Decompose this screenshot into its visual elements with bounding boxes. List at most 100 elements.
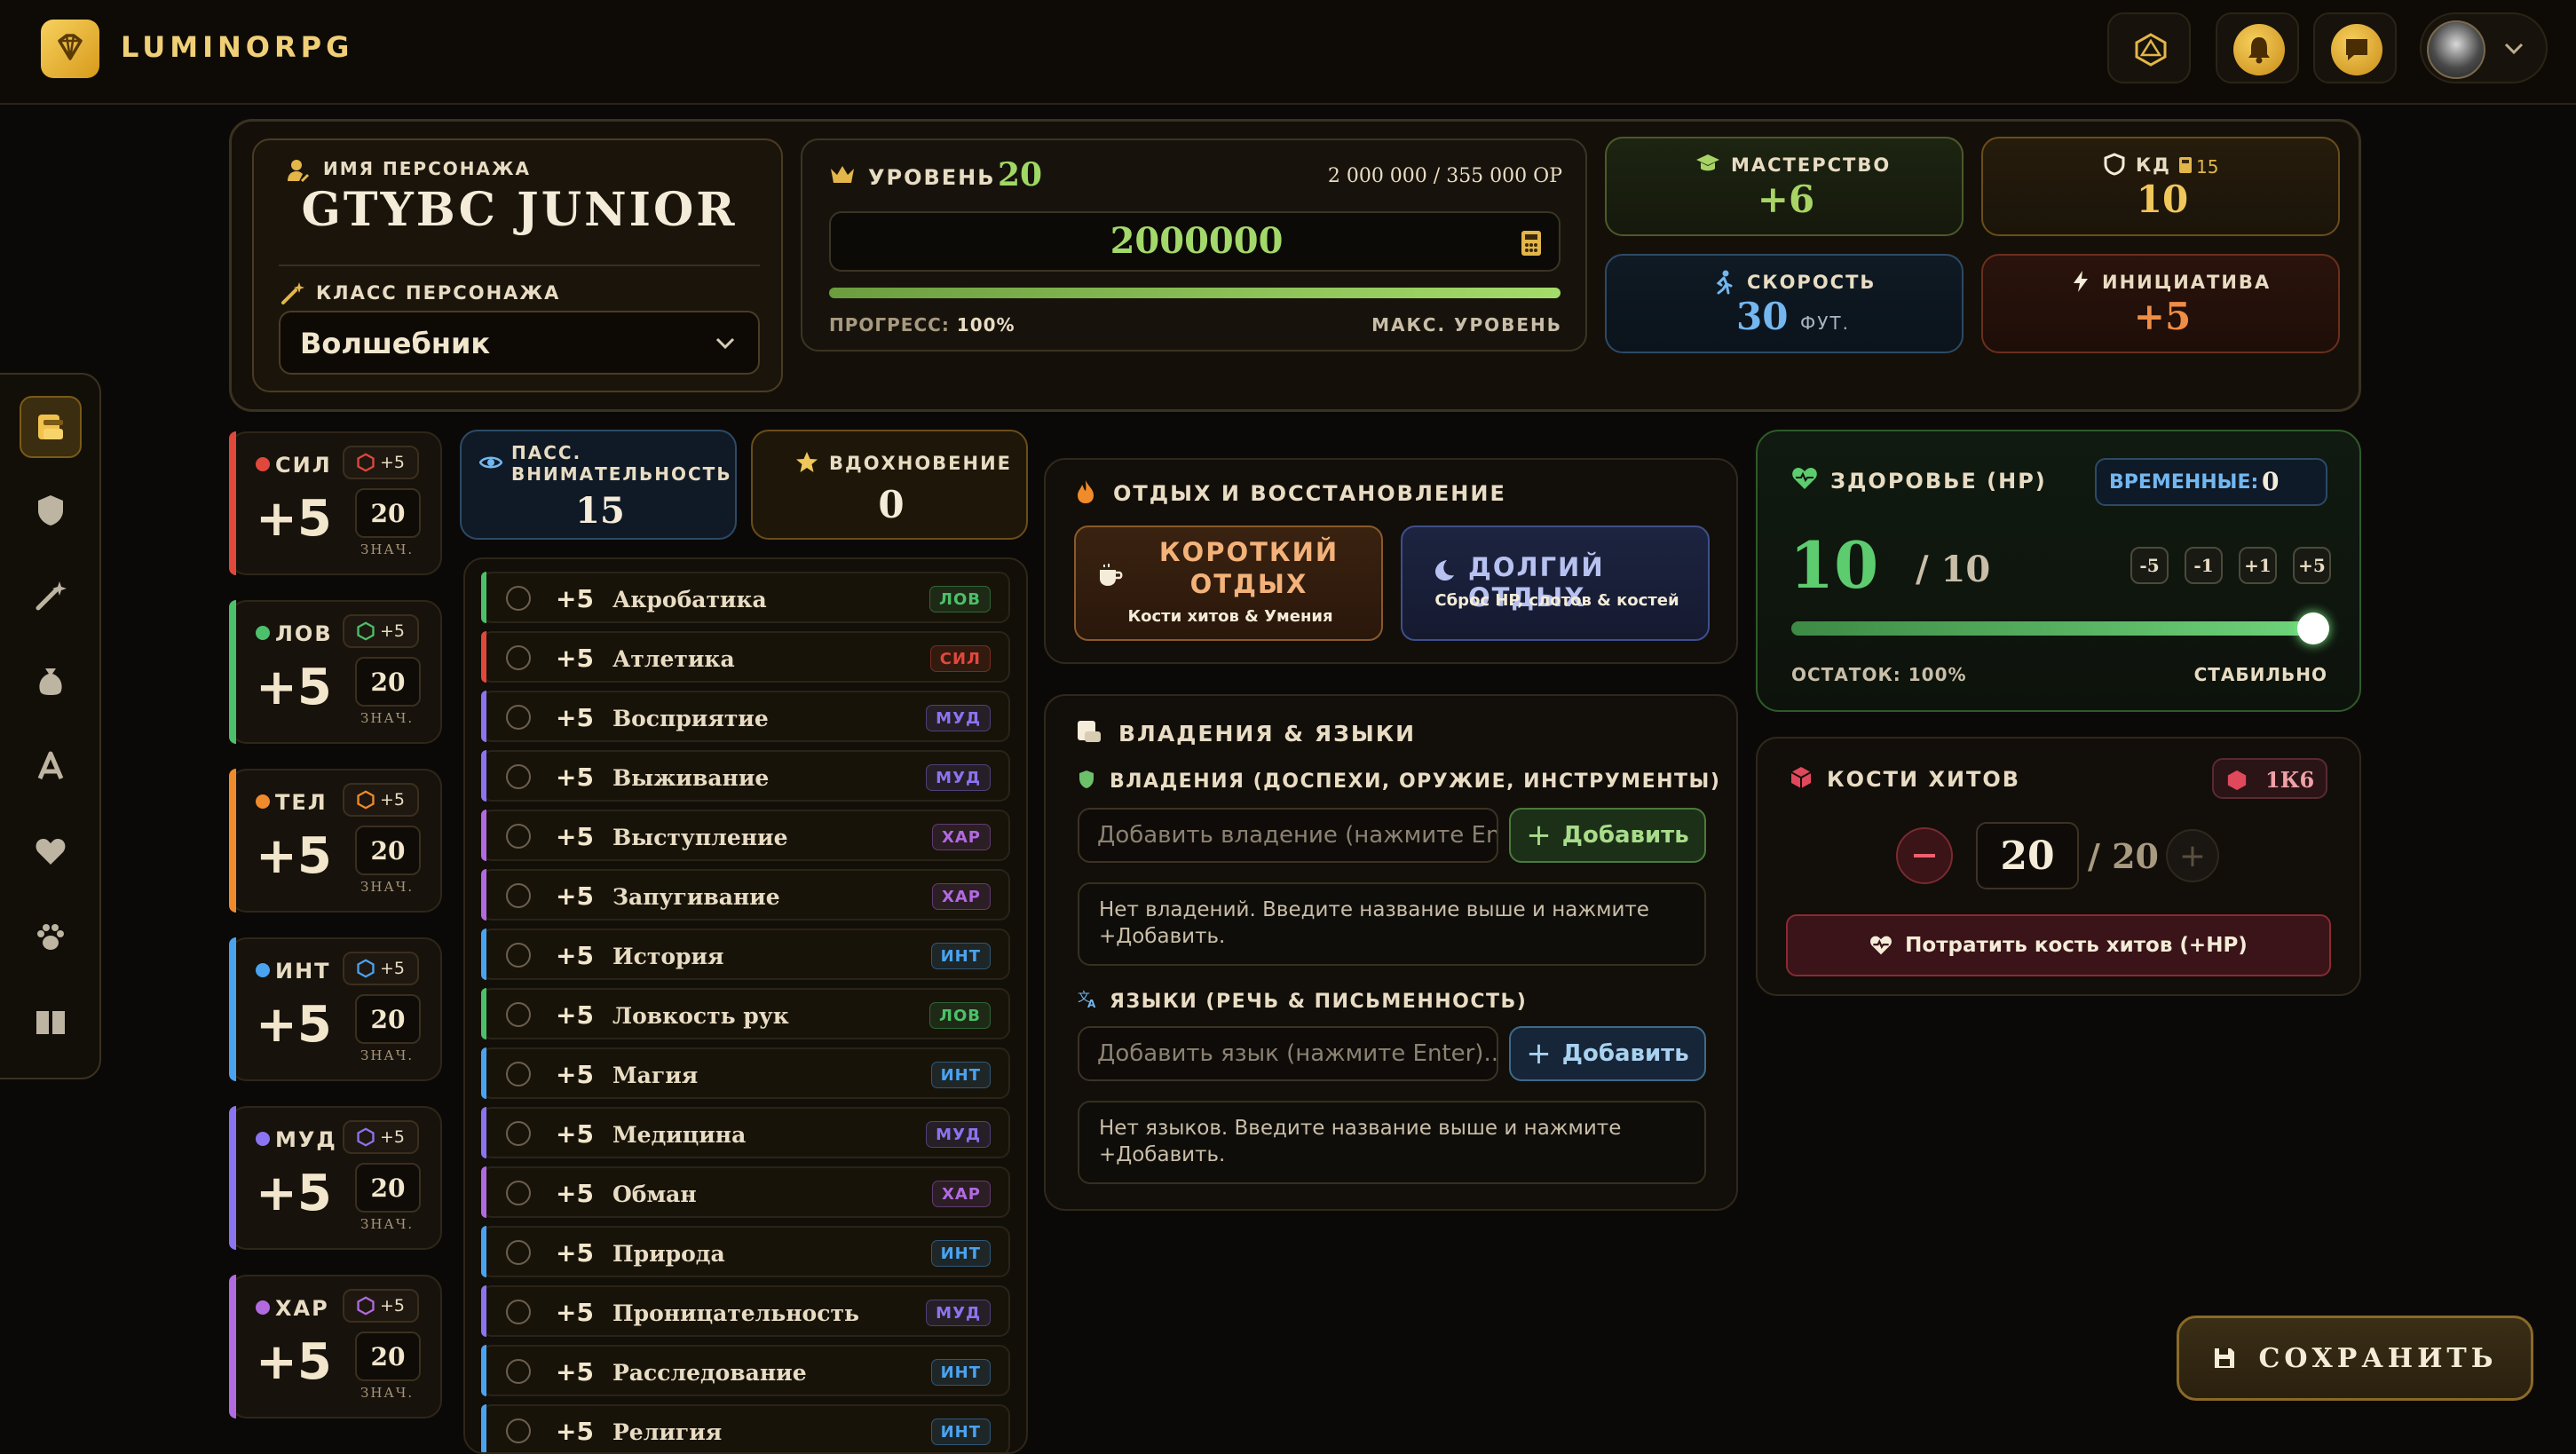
sidebar-item-sheet[interactable] bbox=[20, 396, 82, 458]
skill-row[interactable]: +5 Акробатика ЛОВ bbox=[481, 572, 1010, 623]
max-level-label: МАКС. УРОВЕНЬ bbox=[1371, 314, 1562, 336]
app-name[interactable]: LUMINORPG bbox=[121, 30, 353, 64]
skill-proficiency-toggle[interactable] bbox=[506, 1121, 531, 1146]
temp-hp-field[interactable]: ВРЕМЕННЫЕ: 0 bbox=[2095, 458, 2327, 506]
skill-row[interactable]: +5 История ИНТ bbox=[481, 929, 1010, 980]
xp-input[interactable]: 2000000 bbox=[829, 211, 1561, 272]
sidebar-item-spells[interactable] bbox=[20, 565, 82, 627]
chevron-down-icon[interactable] bbox=[2503, 41, 2525, 57]
skill-row[interactable]: +5 Восприятие МУД bbox=[481, 691, 1010, 742]
calculator-icon[interactable] bbox=[1520, 229, 1543, 257]
skill-value: +5 bbox=[556, 763, 594, 792]
ability-icon bbox=[256, 1132, 270, 1146]
skill-row[interactable]: +5 Религия ИНТ bbox=[481, 1404, 1010, 1452]
hp-slider-handle[interactable] bbox=[2297, 612, 2329, 644]
skill-color-bar bbox=[481, 810, 486, 861]
add-proficiency-button[interactable]: + Добавить bbox=[1509, 808, 1706, 863]
skill-row[interactable]: +5 Расследование ИНТ bbox=[481, 1345, 1010, 1396]
skill-proficiency-toggle[interactable] bbox=[506, 1062, 531, 1087]
skill-row[interactable]: +5 Природа ИНТ bbox=[481, 1226, 1010, 1277]
skill-row[interactable]: +5 Медицина МУД bbox=[481, 1107, 1010, 1158]
skill-value: +5 bbox=[556, 703, 594, 732]
ability-score-input[interactable]: 20 bbox=[355, 994, 421, 1044]
skill-row[interactable]: +5 Атлетика СИЛ bbox=[481, 631, 1010, 683]
sidebar-item-combat[interactable] bbox=[20, 479, 82, 541]
sidebar-item-inventory[interactable] bbox=[20, 650, 82, 712]
skill-row[interactable]: +5 Выживание МУД bbox=[481, 750, 1010, 802]
ability-score-input[interactable]: 20 bbox=[355, 1332, 421, 1381]
ability-score-input[interactable]: 20 bbox=[355, 488, 421, 538]
sidebar-item-features[interactable] bbox=[20, 735, 82, 797]
save-button[interactable]: СОХРАНИТЬ bbox=[2177, 1316, 2533, 1401]
book-icon bbox=[36, 1011, 65, 1034]
ability-score-input[interactable]: 20 bbox=[355, 1163, 421, 1213]
calculator-icon[interactable] bbox=[2178, 156, 2193, 174]
hit-dice-minus-button[interactable] bbox=[1896, 827, 1953, 884]
ability-color-bar bbox=[229, 600, 236, 744]
skill-row[interactable]: +5 Магия ИНТ bbox=[481, 1047, 1010, 1099]
skill-row[interactable]: +5 Выступление ХАР bbox=[481, 810, 1010, 861]
hp-adjust-button[interactable]: +5 bbox=[2293, 547, 2331, 584]
skill-proficiency-toggle[interactable] bbox=[506, 1418, 531, 1443]
hp-adjust-button[interactable]: -5 bbox=[2130, 547, 2169, 584]
ability-score-input[interactable]: 20 bbox=[355, 657, 421, 707]
saving-throw-badge[interactable]: +5 bbox=[343, 783, 419, 817]
saving-throw-badge[interactable]: +5 bbox=[343, 952, 419, 985]
avatar[interactable] bbox=[2427, 20, 2485, 79]
skill-proficiency-toggle[interactable] bbox=[506, 883, 531, 908]
ability-name: ИНТ bbox=[275, 959, 331, 984]
sidebar-item-companions[interactable] bbox=[20, 905, 82, 968]
heart-icon bbox=[36, 839, 66, 865]
level-value[interactable]: 20 bbox=[998, 156, 1042, 194]
skill-proficiency-toggle[interactable] bbox=[506, 1240, 531, 1265]
hp-current[interactable]: 10 bbox=[1790, 527, 1878, 603]
skill-proficiency-toggle[interactable] bbox=[506, 764, 531, 789]
add-proficiency-label: Добавить bbox=[1561, 822, 1689, 849]
saving-throw-badge[interactable]: +5 bbox=[343, 1289, 419, 1323]
saving-throw-badge[interactable]: +5 bbox=[343, 446, 419, 479]
ability-color-bar bbox=[229, 431, 236, 575]
skill-color-bar bbox=[481, 869, 486, 921]
class-select[interactable]: Волшебник bbox=[279, 311, 760, 375]
skill-row[interactable]: +5 Запугивание ХАР bbox=[481, 869, 1010, 921]
skill-proficiency-toggle[interactable] bbox=[506, 645, 531, 670]
hit-dice-current[interactable]: 20 bbox=[1976, 822, 2079, 889]
xp-text: 2 000 000 / 355 000 ОР bbox=[1327, 165, 1562, 187]
skill-proficiency-toggle[interactable] bbox=[506, 824, 531, 849]
logo-icon[interactable] bbox=[41, 20, 99, 78]
skill-proficiency-toggle[interactable] bbox=[506, 586, 531, 611]
hp-remain: ОСТАТОК: 100% bbox=[1791, 664, 1967, 685]
notifications-button[interactable] bbox=[2216, 12, 2299, 83]
skill-proficiency-toggle[interactable] bbox=[506, 943, 531, 968]
language-input[interactable]: Добавить язык (нажмите Enter)... bbox=[1078, 1026, 1498, 1081]
long-rest-button[interactable]: ДОЛГИЙ ОТДЫХ Сброс HP, слотов & костей bbox=[1401, 525, 1710, 641]
skill-proficiency-toggle[interactable] bbox=[506, 1300, 531, 1324]
skill-proficiency-toggle[interactable] bbox=[506, 705, 531, 730]
skill-name: Атлетика bbox=[612, 646, 735, 672]
d20-button[interactable] bbox=[2107, 12, 2191, 83]
hit-dice-plus-button[interactable]: + bbox=[2166, 829, 2219, 882]
skill-row[interactable]: +5 Ловкость рук ЛОВ bbox=[481, 988, 1010, 1039]
sidebar-item-health[interactable] bbox=[20, 820, 82, 882]
hp-adjust-button[interactable]: -1 bbox=[2185, 547, 2223, 584]
skill-row[interactable]: +5 Обман ХАР bbox=[481, 1166, 1010, 1218]
skill-row[interactable]: +5 Проницательность МУД bbox=[481, 1285, 1010, 1337]
user-menu[interactable] bbox=[2420, 12, 2548, 83]
hp-adjust-button[interactable]: +1 bbox=[2239, 547, 2277, 584]
short-rest-button[interactable]: КОРОТКИЙ ОТДЫХ Кости хитов & Умения bbox=[1074, 525, 1383, 641]
inspiration-card[interactable]: ВДОХНОВЕНИЕ 0 bbox=[751, 430, 1028, 540]
saving-throw-badge[interactable]: +5 bbox=[343, 1120, 419, 1154]
saving-throw-badge[interactable]: +5 bbox=[343, 614, 419, 648]
skill-proficiency-toggle[interactable] bbox=[506, 1359, 531, 1384]
chat-button[interactable] bbox=[2313, 12, 2397, 83]
ability-icon bbox=[256, 794, 270, 809]
ability-score-input[interactable]: 20 bbox=[355, 826, 421, 875]
skill-proficiency-toggle[interactable] bbox=[506, 1002, 531, 1027]
skill-proficiency-toggle[interactable] bbox=[506, 1181, 531, 1205]
add-language-button[interactable]: + Добавить bbox=[1509, 1026, 1706, 1081]
d20-icon bbox=[2135, 33, 2167, 67]
character-name[interactable]: GTYBC JUNIOR bbox=[254, 183, 785, 237]
spend-hit-die-button[interactable]: Потратить кость хитов (+HP) bbox=[1786, 914, 2331, 976]
sidebar-item-notes[interactable] bbox=[20, 991, 82, 1053]
proficiency-input[interactable]: Добавить владение (нажмите En bbox=[1078, 808, 1498, 863]
